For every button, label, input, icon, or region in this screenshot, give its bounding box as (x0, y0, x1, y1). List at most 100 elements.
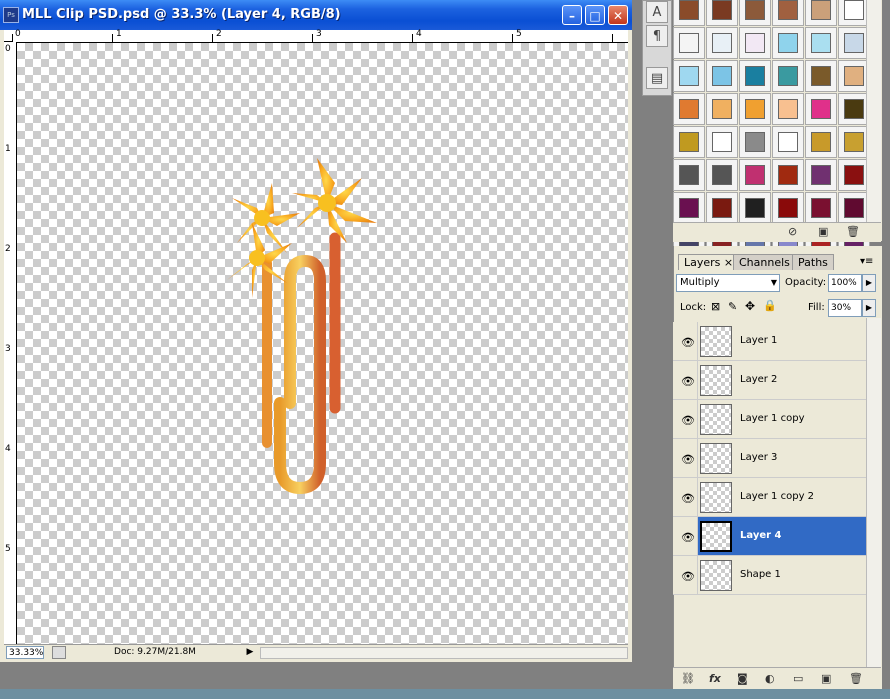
layer-visibility-toggle[interactable]: 👁 (673, 322, 698, 360)
layer-name[interactable]: Layer 3 (740, 452, 777, 463)
style-swatch-cell[interactable] (706, 0, 738, 26)
style-swatch-cell[interactable] (706, 126, 738, 158)
tab-layers[interactable]: Layers × (678, 254, 740, 270)
layer-name[interactable]: Layer 1 copy (740, 413, 804, 424)
layer-thumbnail[interactable] (700, 560, 732, 591)
layer-thumbnail[interactable] (700, 521, 732, 552)
image-canvas[interactable] (17, 43, 628, 644)
layer-style-fx-icon[interactable]: fx (709, 672, 721, 685)
tab-paths[interactable]: Paths (792, 254, 834, 270)
horizontal-ruler[interactable]: 0 1 2 3 4 5 (12, 29, 628, 43)
character-panel-icon[interactable]: A (646, 1, 668, 23)
link-layers-icon[interactable]: ⛓ (681, 672, 695, 685)
layer-thumbnail[interactable] (700, 365, 732, 396)
layer-visibility-toggle[interactable]: 👁 (673, 556, 698, 594)
style-swatch-cell[interactable] (673, 126, 705, 158)
style-swatch-cell[interactable] (673, 159, 705, 191)
style-swatch-cell[interactable] (805, 27, 837, 59)
layer-thumbnail[interactable] (700, 443, 732, 474)
layer-row[interactable]: 👁 Layer 1 copy (673, 400, 866, 439)
layer-thumbnail[interactable] (700, 404, 732, 435)
fill-slider-arrow-icon[interactable]: ▶ (862, 299, 876, 317)
style-swatch-cell[interactable] (772, 93, 804, 125)
layer-visibility-toggle[interactable]: 👁 (673, 478, 698, 516)
style-swatch-cell[interactable] (805, 0, 837, 26)
style-swatch-cell[interactable] (805, 126, 837, 158)
style-swatch-cell[interactable] (739, 60, 771, 92)
new-layer-icon[interactable]: ▣ (821, 672, 831, 685)
zoom-level-field[interactable]: 33.33% (6, 646, 44, 659)
vertical-ruler[interactable]: 0 1 2 3 4 5 (4, 42, 17, 644)
new-style-icon[interactable]: ▣ (818, 225, 828, 238)
layer-name[interactable]: Shape 1 (740, 569, 781, 580)
style-swatch-cell[interactable] (772, 0, 804, 26)
panel-menu-icon[interactable]: ▾≡ (860, 256, 873, 267)
style-swatch-cell[interactable] (739, 126, 771, 158)
lock-all-icon[interactable]: 🔒 (763, 299, 777, 312)
style-swatch-cell[interactable] (739, 159, 771, 191)
tab-channels[interactable]: Channels (733, 254, 796, 270)
maximize-button[interactable]: □ (585, 5, 605, 25)
style-swatch-cell[interactable] (673, 60, 705, 92)
style-swatch-cell[interactable] (739, 0, 771, 26)
close-button[interactable]: ✕ (608, 5, 628, 25)
tab-close-icon[interactable]: × (724, 256, 733, 269)
photoshop-app-icon[interactable]: Ps (3, 7, 19, 23)
style-swatch-cell[interactable] (772, 126, 804, 158)
status-menu-arrow-icon[interactable]: ▶ (244, 646, 256, 659)
layer-row[interactable]: 👁 Layer 3 (673, 439, 866, 478)
style-swatch-cell[interactable] (805, 93, 837, 125)
style-swatch-cell[interactable] (673, 0, 705, 26)
delete-style-icon[interactable]: 🗑 (846, 225, 860, 238)
title-bar[interactable]: Ps MLL Clip PSD.psd @ 33.3% (Layer 4, RG… (0, 0, 632, 30)
lock-position-icon[interactable]: ✥ (745, 299, 755, 313)
layers-scrollbar[interactable] (866, 318, 881, 670)
notes-panel-icon[interactable]: ▤ (646, 67, 668, 89)
style-swatch-cell[interactable] (673, 192, 705, 224)
style-swatch-cell[interactable] (805, 159, 837, 191)
style-swatch-cell[interactable] (706, 93, 738, 125)
style-swatch-cell[interactable] (706, 60, 738, 92)
paragraph-panel-icon[interactable]: ¶ (646, 25, 668, 47)
layer-visibility-toggle[interactable]: 👁 (673, 517, 698, 555)
opacity-slider-arrow-icon[interactable]: ▶ (862, 274, 876, 292)
style-swatch-cell[interactable] (706, 27, 738, 59)
horizontal-scrollbar[interactable] (260, 647, 628, 659)
layer-row[interactable]: 👁 Layer 1 copy 2 (673, 478, 866, 517)
blend-mode-select[interactable]: Multiply ▼ (676, 274, 780, 292)
layer-name[interactable]: Layer 4 (740, 530, 781, 541)
new-group-icon[interactable]: ▭ (793, 672, 803, 685)
style-swatch-cell[interactable] (739, 93, 771, 125)
layer-name[interactable]: Layer 1 copy 2 (740, 491, 814, 502)
fill-field[interactable]: 30% (828, 299, 862, 317)
lock-transparency-icon[interactable]: ⊠ (711, 300, 720, 313)
style-swatch-cell[interactable] (805, 192, 837, 224)
minimize-button[interactable]: – (562, 5, 582, 25)
style-swatch-cell[interactable] (772, 60, 804, 92)
layer-row[interactable]: 👁 Layer 1 (673, 322, 866, 361)
style-swatch-cell[interactable] (772, 159, 804, 191)
style-swatch-cell[interactable] (706, 192, 738, 224)
layer-thumbnail[interactable] (700, 326, 732, 357)
lock-pixels-icon[interactable]: ✎ (728, 300, 737, 313)
layer-row[interactable]: 👁 Layer 4 (673, 517, 866, 556)
styles-scrollbar[interactable] (866, 0, 881, 222)
opacity-field[interactable]: 100% (828, 274, 862, 292)
layer-visibility-toggle[interactable]: 👁 (673, 400, 698, 438)
style-swatch-cell[interactable] (772, 192, 804, 224)
clear-style-icon[interactable]: ⊘ (788, 225, 797, 238)
style-swatch-cell[interactable] (739, 27, 771, 59)
layer-visibility-toggle[interactable]: 👁 (673, 361, 698, 399)
style-swatch-cell[interactable] (739, 192, 771, 224)
layer-visibility-toggle[interactable]: 👁 (673, 439, 698, 477)
layer-row[interactable]: 👁 Layer 2 (673, 361, 866, 400)
layer-thumbnail[interactable] (700, 482, 732, 513)
delete-layer-icon[interactable]: 🗑 (849, 672, 863, 685)
style-swatch-cell[interactable] (673, 93, 705, 125)
style-swatch-cell[interactable] (772, 27, 804, 59)
adjustment-layer-icon[interactable]: ◐ (765, 672, 775, 685)
style-swatch-cell[interactable] (673, 27, 705, 59)
layer-name[interactable]: Layer 2 (740, 374, 777, 385)
layer-row[interactable]: 👁 Shape 1 (673, 556, 866, 595)
layer-mask-icon[interactable]: ◙ (737, 672, 748, 685)
